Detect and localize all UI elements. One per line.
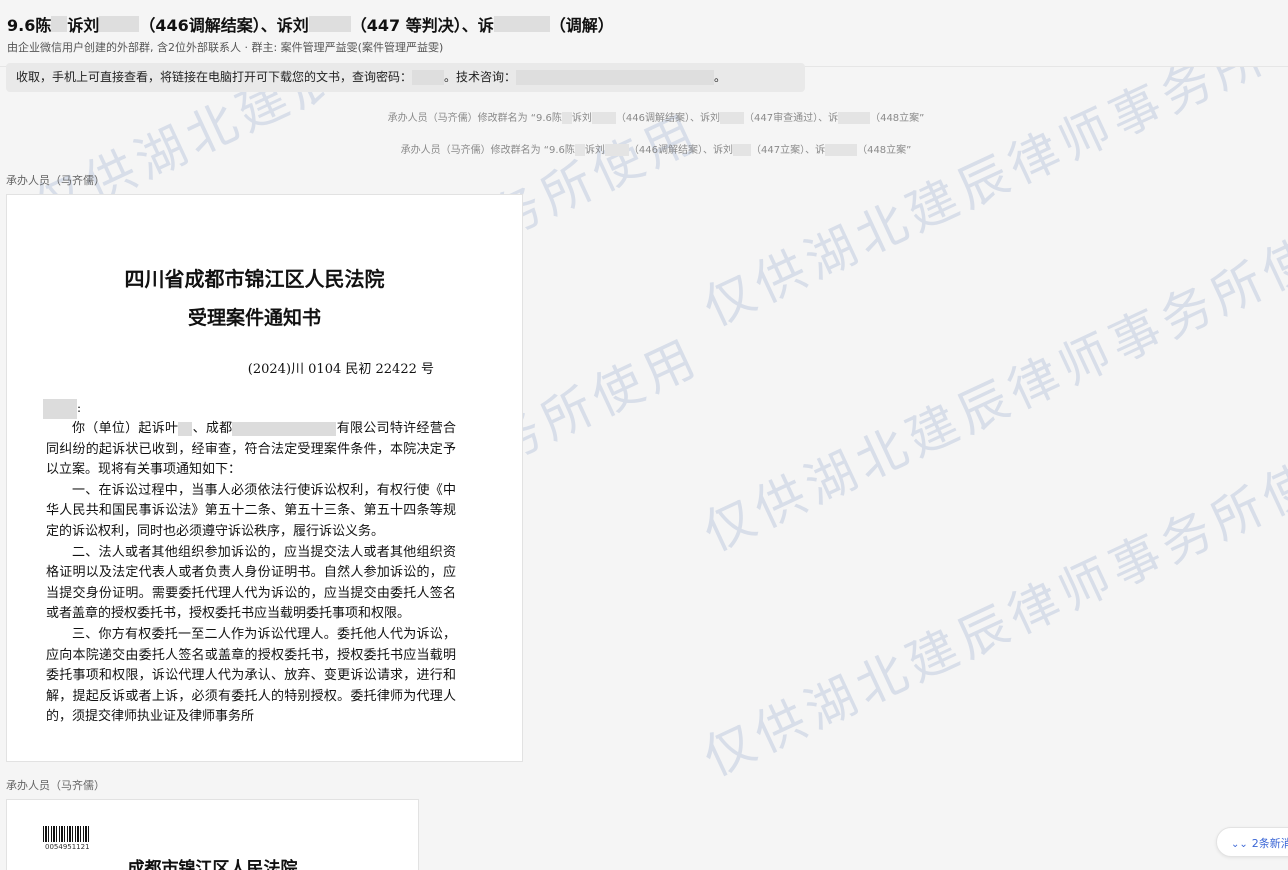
redacted-block (591, 112, 616, 124)
system-message-text: （446调解结案）、诉刘 (615, 113, 720, 124)
system-message-text: （447审查通过）、诉 (743, 113, 839, 124)
chat-header: 9.6陈 诉刘 （446调解结案）、诉刘 （447 等判决）、诉 （调解） 由企业微信用… (0, 0, 1288, 67)
redacted-block (604, 144, 629, 156)
system-message: 承办人员（马齐儒）修改群名为 “9.6陈 诉刘 （446调解结案）、诉刘 （447立案… (12, 141, 1288, 156)
addressee-colon: : (77, 401, 82, 415)
sender-name[interactable]: 承办人员（马齐儒） (6, 172, 105, 188)
document-image[interactable]: 四川省成都市锦江区人民法院 受理案件通知书 (2024)川 0104 民初 22… (6, 194, 523, 762)
redacted-block (493, 16, 550, 32)
sender-name[interactable]: 承办人员（马齐儒） (6, 777, 105, 793)
barcode-icon (43, 826, 91, 842)
case-number: (2024)川 0104 民初 22422 号 (247, 362, 434, 377)
system-message-text: （448立案” (870, 113, 925, 124)
title-text: （调解） (549, 16, 614, 35)
document-type: 受理案件通知书 (187, 307, 321, 329)
new-messages-label: 2条新消息 (1251, 837, 1288, 850)
redacted-block (99, 16, 140, 32)
system-message: 承办人员（马齐儒）修改群名为 “9.6陈 诉刘 （446调解结案）、诉刘 （447审查… (12, 109, 1288, 124)
system-message-text: （446调解结案）、诉刘 (628, 145, 733, 156)
paragraph: 一、在诉讼过程中，当事人必须依法行使诉讼权利，有权行使《中华人民共和国民事诉讼法… (46, 482, 456, 539)
redacted-block (308, 16, 351, 32)
system-message-text: 承办人员（马齐儒）修改群名为 “9.6陈 (387, 113, 562, 124)
title-text: （447 等判决）、诉 (350, 16, 494, 35)
redacted-block (838, 112, 871, 124)
redacted-block (232, 421, 337, 436)
paragraph-text: 你（单位）起诉叶 (72, 421, 179, 436)
redacted-block (412, 70, 445, 85)
watermark: 仅供湖北建辰律师事务所使用 (694, 427, 1288, 788)
system-message-text: 诉刘 (571, 113, 592, 124)
system-message-text: 承办人员（马齐儒）修改群名为 “9.6陈 (400, 145, 575, 156)
chat-subtitle: 由企业微信用户创建的外部群, 含2位外部联系人 · 群主: 案件管理严益雯(案件… (7, 41, 444, 54)
title-text: 9.6陈 (7, 16, 52, 35)
redacted-block (574, 144, 585, 156)
redacted-block (825, 144, 858, 156)
redacted-block (732, 144, 751, 156)
system-message-text: 诉刘 (584, 145, 605, 156)
title-text: 诉刘 (67, 16, 100, 35)
title-text: （446调解结案）、诉刘 (139, 16, 309, 35)
court-name: 成都市锦江区人民法院 (127, 859, 298, 870)
message-bubble[interactable]: 收取，手机上可直接查看，将链接在电脑打开可下载您的文书，查询密码： 。技术咨询： 。 (6, 63, 805, 92)
chat-title[interactable]: 9.6陈 诉刘 （446调解结案）、诉刘 （447 等判决）、诉 （调解） (7, 12, 614, 36)
redacted-block (561, 112, 572, 124)
court-name: 四川省成都市锦江区人民法院 (124, 267, 385, 291)
message-text: 收取，手机上可直接查看，将链接在电脑打开可下载您的文书，查询密码： (16, 70, 413, 84)
new-messages-button[interactable]: ⌄⌄2条新消息 (1216, 827, 1288, 857)
message-text: 。技术咨询： (444, 70, 517, 84)
redacted-addressee (43, 399, 77, 419)
redacted-block (719, 112, 744, 124)
document-body: 你（单位）起诉叶 、成都 有限公司特许经营合同纠纷的起诉状已收到，经审查，符合法定受… (46, 419, 456, 728)
redacted-block (516, 70, 715, 85)
barcode-number: 0054951121 (45, 843, 90, 851)
redacted-block (178, 421, 193, 436)
watermark: 仅供湖北建辰律师事务所使用 (694, 202, 1288, 563)
system-message-text: （448立案” (857, 145, 912, 156)
message-text: 。 (714, 70, 727, 84)
redacted-block (51, 16, 68, 32)
system-message-text: （447立案）、诉 (750, 145, 826, 156)
paragraph: 三、你方有权委托一至二人作为诉讼代理人。委托他人代为诉讼，应向本院递交由委托人签… (46, 626, 456, 725)
document-image[interactable]: 0054951121 成都市锦江区人民法院 (6, 799, 419, 870)
paragraph-text: 、成都 (192, 421, 233, 436)
double-chevron-down-icon: ⌄⌄ (1231, 839, 1248, 850)
paragraph: 你（单位）起诉叶 、成都 有限公司特许经营合同纠纷的起诉状已收到，经审查，符合法定受… (46, 419, 456, 481)
paragraph: 二、法人或者其他组织参加诉讼的，应当提交法人或者其他组织资格证明以及法定代表人或… (46, 544, 456, 622)
